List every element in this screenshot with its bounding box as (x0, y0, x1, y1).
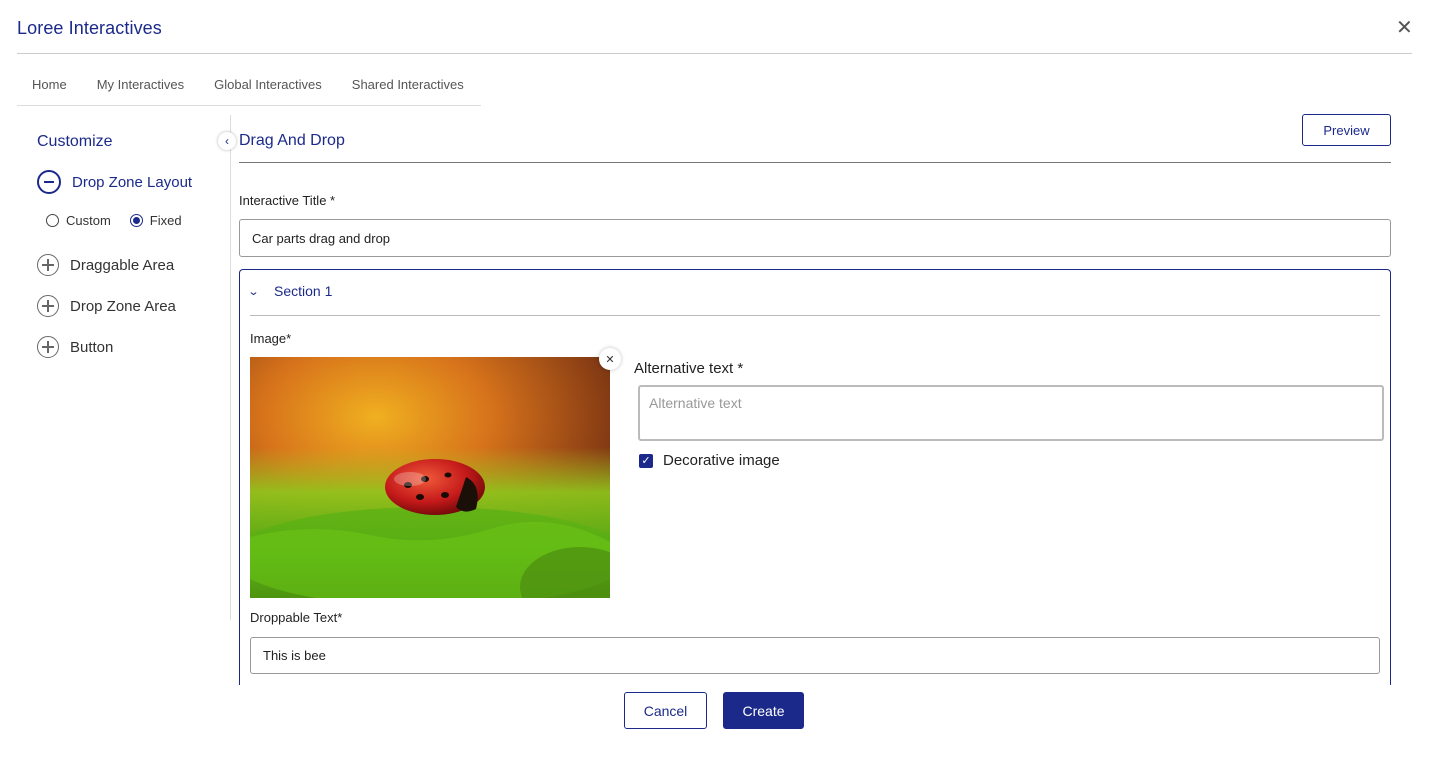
tab-home[interactable]: Home (17, 72, 82, 105)
plus-circle-icon (37, 254, 59, 276)
tab-shared-interactives[interactable]: Shared Interactives (337, 72, 479, 105)
droppable-text-input[interactable]: This is bee (250, 637, 1380, 674)
page-title: Drag And Drop (239, 132, 345, 149)
minus-circle-icon (37, 170, 61, 194)
sidebar-divider (230, 115, 231, 620)
alt-text-label: Alternative text * (634, 360, 744, 377)
chevron-left-icon[interactable]: ‹ (218, 132, 236, 150)
image-label: Image* (250, 331, 292, 346)
sidebar-item-label: Button (70, 338, 114, 356)
sidebar-title: Customize (37, 133, 113, 150)
tab-global-interactives[interactable]: Global Interactives (199, 72, 337, 105)
fixed-radio[interactable] (129, 214, 143, 227)
custom-radio-label: Custom (66, 213, 111, 228)
close-icon[interactable]: ✕ (1396, 18, 1413, 38)
droppable-text-label: Droppable Text* (250, 610, 343, 625)
sidebar-item-draggable-area[interactable]: Draggable Area (37, 254, 174, 276)
section-divider (250, 315, 1380, 316)
section-title: Section 1 (274, 283, 333, 299)
cancel-button[interactable]: Cancel (624, 692, 707, 729)
sidebar-item-drop-zone-area[interactable]: Drop Zone Area (37, 295, 176, 317)
app-title: Loree Interactives (17, 18, 162, 38)
custom-radio[interactable] (46, 214, 59, 227)
section-image (250, 357, 610, 598)
create-button[interactable]: Create (723, 692, 804, 729)
nav-tabs: Home My Interactives Global Interactives… (17, 72, 481, 106)
sidebar-item-drop-zone-layout[interactable]: Drop Zone Layout (37, 170, 192, 194)
alt-text-input[interactable]: Alternative text (638, 385, 1384, 441)
plus-circle-icon (37, 295, 59, 317)
sidebar-item-label: Draggable Area (70, 256, 175, 274)
title-divider (239, 162, 1391, 163)
header-divider (17, 53, 1412, 54)
decorative-image-row: ✓ Decorative image (639, 452, 780, 469)
decorative-image-checkbox[interactable]: ✓ (639, 453, 653, 468)
chevron-down-icon: ⌄ (247, 285, 260, 298)
interactive-title-label: Interactive Title * (239, 193, 336, 208)
decorative-image-label: Decorative image (663, 452, 780, 469)
tab-my-interactives[interactable]: My Interactives (82, 72, 199, 105)
plus-circle-icon (37, 336, 59, 358)
preview-button[interactable]: Preview (1302, 114, 1391, 146)
sidebar-item-label: Drop Zone Area (70, 297, 176, 315)
sidebar-item-label: Drop Zone Layout (72, 173, 193, 191)
section-header[interactable]: ⌄ Section 1 (247, 283, 333, 299)
interactive-title-input[interactable]: Car parts drag and drop (239, 219, 1391, 257)
fixed-radio-label: Fixed (149, 213, 182, 228)
remove-image-icon[interactable]: ✕ (599, 348, 621, 370)
sidebar-item-button[interactable]: Button (37, 336, 113, 358)
layout-options: Custom Fixed (46, 213, 182, 228)
ladybug-photo (250, 357, 610, 598)
